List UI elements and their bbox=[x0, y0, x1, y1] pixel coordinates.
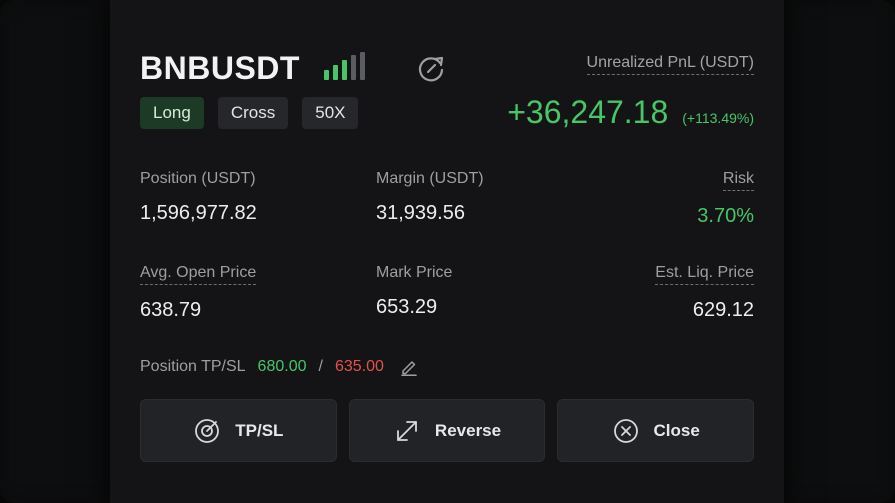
tpsl-button-label: TP/SL bbox=[235, 420, 284, 440]
avg-open-price-value: 638.79 bbox=[140, 299, 202, 321]
position-tpsl-label: Position TP/SL bbox=[140, 358, 246, 375]
reverse-button-label: Reverse bbox=[434, 420, 502, 440]
reverse-button[interactable]: Reverse bbox=[348, 399, 546, 462]
unrealized-pnl-percent: (+113.49%) bbox=[682, 110, 754, 126]
unrealized-pnl-value: +36,247.18 bbox=[507, 94, 669, 130]
position-card: BNBUSDT Unrealized PnL (USDT) +36,247.18… bbox=[110, 0, 784, 503]
pencil-edit-icon[interactable] bbox=[400, 358, 418, 376]
unrealized-pnl-label[interactable]: Unrealized PnL (USDT) bbox=[586, 54, 754, 75]
share-refresh-icon[interactable] bbox=[418, 54, 446, 82]
margin-usdt-value: 31,939.56 bbox=[376, 202, 465, 224]
background-right-blur bbox=[783, 0, 895, 503]
risk-value: 3.70% bbox=[697, 205, 754, 227]
circle-x-icon bbox=[613, 418, 638, 443]
tpsl-separator: / bbox=[318, 358, 323, 375]
mark-price-label: Mark Price bbox=[376, 264, 453, 281]
leverage-tag: 50X bbox=[302, 97, 359, 129]
screen-frame: BNBUSDT Unrealized PnL (USDT) +36,247.18… bbox=[0, 0, 895, 503]
est-liq-price-label[interactable]: Est. Liq. Price bbox=[655, 264, 754, 285]
position-usdt-field: Position (USDT) 1,596,977.82 bbox=[140, 170, 340, 225]
position-usdt-label: Position (USDT) bbox=[140, 170, 256, 187]
margin-usdt-label: Margin (USDT) bbox=[376, 170, 484, 187]
est-liq-price-field: Est. Liq. Price 629.12 bbox=[554, 264, 754, 322]
margin-mode-tag: Cross bbox=[217, 97, 289, 129]
unrealized-pnl: +36,247.18 (+113.49%) bbox=[507, 94, 754, 131]
avg-open-price-label[interactable]: Avg. Open Price bbox=[140, 264, 257, 285]
action-buttons: TP/SL Reverse Close bbox=[140, 399, 755, 462]
risk-label[interactable]: Risk bbox=[722, 170, 754, 191]
position-tags: Long Cross 50X bbox=[140, 97, 359, 129]
est-liq-price-value: 629.12 bbox=[692, 299, 754, 321]
mark-price-value: 653.29 bbox=[376, 296, 438, 318]
position-header: BNBUSDT Unrealized PnL (USDT) +36,247.18… bbox=[140, 46, 754, 136]
mark-price-field: Mark Price 653.29 bbox=[376, 264, 576, 319]
stop-loss-value: 635.00 bbox=[334, 358, 384, 375]
target-icon bbox=[195, 418, 220, 443]
close-position-button[interactable]: Close bbox=[557, 399, 755, 462]
risk-field: Risk 3.70% bbox=[554, 170, 754, 228]
tpsl-button[interactable]: TP/SL bbox=[140, 399, 337, 462]
symbol-title: BNBUSDT bbox=[140, 50, 300, 86]
close-button-label: Close bbox=[653, 420, 700, 440]
position-tpsl-row: Position TP/SL 680.00 / 635.00 bbox=[140, 358, 418, 376]
avg-open-price-field: Avg. Open Price 638.79 bbox=[140, 264, 340, 322]
signal-strength-icon bbox=[324, 52, 365, 80]
margin-usdt-field: Margin (USDT) 31,939.56 bbox=[376, 170, 576, 225]
position-usdt-value: 1,596,977.82 bbox=[140, 202, 257, 224]
expand-arrows-icon bbox=[397, 420, 417, 441]
background-left-blur bbox=[0, 0, 112, 503]
side-tag: Long bbox=[140, 97, 204, 129]
take-profit-value: 680.00 bbox=[257, 358, 307, 375]
